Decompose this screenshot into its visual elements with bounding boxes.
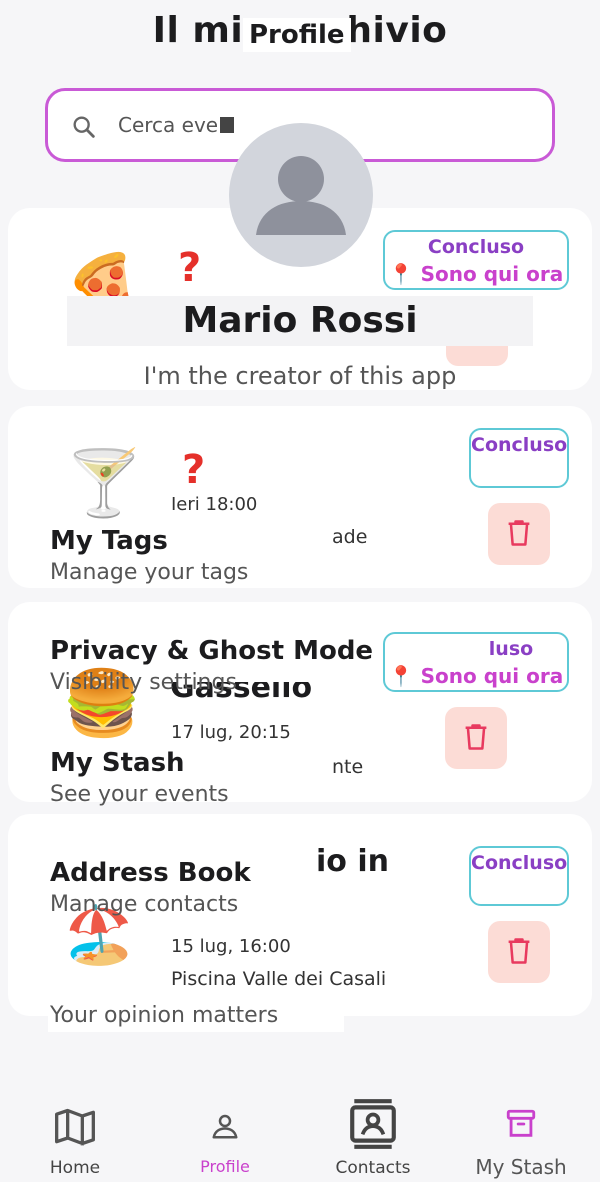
delete-button[interactable] bbox=[445, 707, 507, 769]
menu-item-subtitle: See your events bbox=[50, 782, 229, 807]
archive-icon bbox=[506, 1109, 536, 1137]
trash-icon bbox=[508, 938, 530, 964]
menu-item-title: Privacy & Ghost Mode bbox=[50, 636, 378, 666]
menu-item-subtitle: Manage contacts bbox=[50, 892, 239, 917]
map-icon bbox=[55, 1108, 95, 1146]
cocktail-icon: 🍸 bbox=[64, 447, 144, 521]
tab-profile[interactable]: Profile bbox=[150, 1085, 300, 1182]
badge-status-label: luso bbox=[488, 638, 534, 660]
delete-button[interactable] bbox=[488, 503, 550, 565]
text-cursor bbox=[220, 117, 235, 133]
menu-item-title: My Stash bbox=[50, 748, 185, 778]
tab-label: Contacts bbox=[335, 1158, 411, 1178]
tab-label: My Stash bbox=[475, 1155, 567, 1179]
status-badge[interactable]: Concluso 📍 Sono qui ora bbox=[383, 230, 569, 290]
event-place: ade bbox=[332, 526, 368, 548]
status-badge[interactable]: Concluso bbox=[469, 428, 569, 488]
event-name: io in bbox=[316, 844, 389, 879]
person-icon bbox=[256, 156, 346, 235]
profile-page-title: Profile bbox=[243, 18, 351, 52]
trash-icon bbox=[508, 520, 530, 546]
person-icon bbox=[212, 1114, 238, 1139]
status-badge[interactable]: Concluso bbox=[469, 846, 569, 906]
tab-home[interactable]: Home bbox=[0, 1085, 150, 1182]
profile-name: Mario Rossi bbox=[67, 296, 533, 346]
event-time: Ieri 18:00 bbox=[171, 494, 258, 515]
contacts-icon bbox=[350, 1099, 396, 1149]
status-badge[interactable]: luso 📍 Sono qui ora bbox=[383, 632, 569, 692]
event-place: nte bbox=[332, 756, 364, 778]
menu-item-subtitle: Manage your tags bbox=[50, 560, 249, 585]
event-time: 17 lug, 20:15 bbox=[171, 722, 291, 743]
tab-contacts[interactable]: Contacts bbox=[298, 1085, 448, 1182]
delete-button[interactable] bbox=[488, 921, 550, 983]
trash-icon bbox=[465, 724, 487, 750]
menu-item-title: My Tags bbox=[50, 526, 168, 556]
search-input[interactable]: Cerca eve bbox=[118, 113, 235, 137]
badge-status-label: Concluso bbox=[471, 434, 568, 456]
checkin-label: 📍 Sono qui ora bbox=[388, 262, 564, 286]
avatar[interactable] bbox=[229, 123, 373, 267]
badge-status-label: Concluso bbox=[471, 852, 568, 874]
menu-item-title: Address Book bbox=[50, 858, 281, 888]
badge-status-label: Concluso bbox=[427, 236, 525, 258]
event-place: Piscina Valle dei Casali bbox=[171, 968, 387, 990]
tab-label: Home bbox=[49, 1158, 101, 1178]
unknown-status-icon: ? bbox=[182, 447, 206, 493]
profile-bio: I'm the creator of this app bbox=[143, 362, 457, 390]
unknown-status-icon: ? bbox=[178, 245, 202, 291]
feedback-link[interactable]: Your opinion matters bbox=[48, 1000, 344, 1032]
bottom-nav: Home Profile Contacts My Stash bbox=[0, 1085, 600, 1182]
search-icon bbox=[73, 116, 95, 138]
tab-label: Profile bbox=[200, 1157, 250, 1176]
checkin-label: 📍 Sono qui ora bbox=[388, 664, 564, 688]
event-time: 15 lug, 16:00 bbox=[171, 936, 291, 957]
tab-my-stash[interactable]: My Stash bbox=[446, 1085, 596, 1182]
menu-item-subtitle: Visibility settings bbox=[50, 670, 237, 695]
